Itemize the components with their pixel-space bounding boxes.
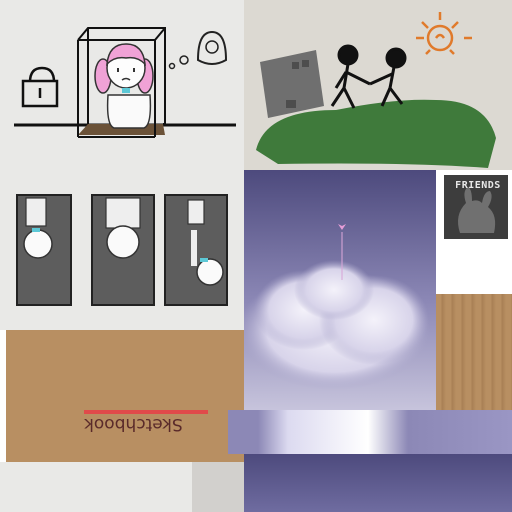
sketchbook-cover xyxy=(6,330,244,470)
sketchbook-title: Sketchbook xyxy=(84,414,183,434)
falling-figure-2 xyxy=(105,197,141,259)
panel-walking-together xyxy=(244,0,512,170)
building xyxy=(260,50,324,118)
panel-locked-girl xyxy=(0,0,244,170)
thought-bubble xyxy=(168,30,228,70)
pink-bird-icon xyxy=(338,224,346,230)
panel-falling-strip xyxy=(0,170,244,330)
pink-haired-girl xyxy=(94,43,154,129)
friends-label: FRIENDS xyxy=(455,180,501,191)
panel-cloud-sky xyxy=(244,170,436,410)
paper-tab xyxy=(192,462,244,512)
stick-figure-right xyxy=(369,47,407,107)
stick-figure-left xyxy=(330,44,371,109)
sun-icon xyxy=(416,12,472,55)
lavender-base xyxy=(244,454,512,512)
wood-panel xyxy=(436,294,512,410)
lock-icon xyxy=(21,66,59,108)
lavender-strip xyxy=(228,410,512,454)
bunny-silhouette-icon xyxy=(458,187,496,233)
